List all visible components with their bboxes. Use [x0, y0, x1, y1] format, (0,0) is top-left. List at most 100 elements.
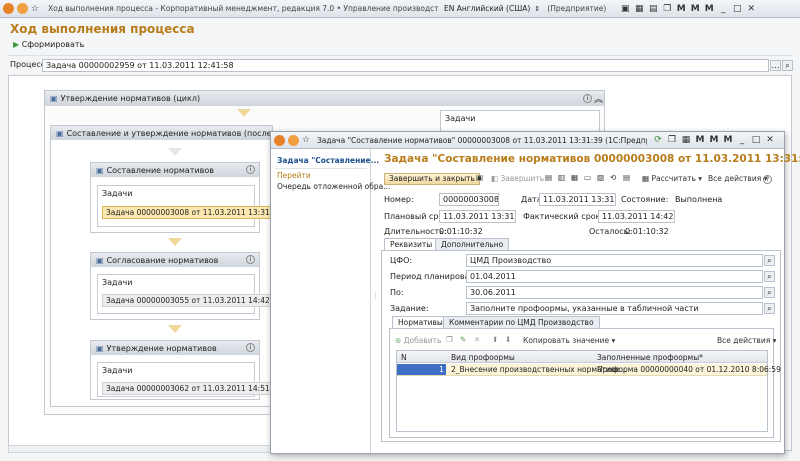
lang-indicator[interactable]: EN Английский (США) — [444, 4, 530, 13]
group-icon: ▣ — [50, 94, 58, 103]
cfo-search-icon[interactable]: ⌕ — [764, 255, 775, 266]
row-filled: Проформа 00000000040 от 01.12.2010 8:06:… — [597, 365, 781, 374]
minimize-icon[interactable]: _ — [716, 2, 730, 16]
form-button[interactable]: ▶ Сформировать — [13, 40, 84, 49]
finish-button[interactable]: ◧ Завершить — [491, 174, 544, 183]
to-label: По: — [390, 288, 404, 297]
cycle-collapse-icon[interactable]: ︽ — [594, 92, 603, 105]
copy-value-menu[interactable]: Копировать значение ▾ — [523, 336, 615, 345]
tab-additional[interactable]: Дополнительно — [435, 238, 510, 250]
step2-task-link[interactable]: Задача 00000003055 от 11.03.2011 14:42:1… — [102, 294, 286, 307]
star-icon[interactable]: ☆ — [299, 133, 313, 147]
menu-icon[interactable] — [17, 3, 28, 14]
tab-requisites[interactable]: Реквизиты — [384, 238, 439, 250]
task-label: Задание: — [390, 304, 429, 313]
app-icon[interactable] — [3, 3, 14, 14]
step3-info-icon[interactable]: i — [246, 343, 255, 352]
minus-icon[interactable]: ▭ — [584, 173, 591, 182]
side-link-queue[interactable]: Очередь отложенной обра... — [277, 182, 390, 191]
mplus-icon[interactable]: M — [707, 133, 721, 147]
main-titlebar: ☆ Ход выполнения процесса - Корпоративны… — [0, 0, 800, 18]
mminus-icon[interactable]: M — [721, 133, 735, 147]
table-row[interactable]: 1 2_Внесение производственных нормативе.… — [397, 364, 781, 376]
save-close-button[interactable]: Завершить и закрыть — [384, 173, 480, 185]
task-field[interactable]: Заполните профоормы, указанные в табличн… — [466, 302, 763, 315]
subtab-comments[interactable]: Комментарии по ЦМД Производство — [443, 316, 600, 328]
maximize-icon[interactable]: □ — [730, 2, 744, 16]
main-window-title: Ход выполнения процесса - Корпоративный … — [48, 4, 438, 13]
close-icon[interactable]: ✕ — [744, 2, 758, 16]
menu-icon[interactable] — [288, 134, 299, 146]
table-icon[interactable]: ▧ — [597, 173, 604, 182]
plan-field[interactable]: 11.03.2011 13:31:39 — [439, 210, 516, 223]
enterprise-label: (Предприятие) — [547, 4, 607, 13]
move-down-icon[interactable]: ⬇ — [505, 335, 511, 344]
number-field[interactable]: 00000003008 — [439, 193, 499, 206]
cycle-info-icon[interactable]: i — [583, 94, 592, 103]
table-all-actions-menu[interactable]: Все действия ▾ — [717, 336, 776, 345]
app-icon[interactable] — [274, 134, 285, 146]
sequence-group-header: ▣ Составление и утверждение нормативов (… — [51, 126, 272, 140]
step3-task-link[interactable]: Задача 00000003062 от 11.03.2011 14:51:2… — [102, 382, 286, 395]
date-field[interactable]: 11.03.2011 13:31:39 — [539, 193, 616, 206]
refresh-icon[interactable]: ⟲ — [610, 173, 616, 182]
add-button[interactable]: ⊕ Добавить — [395, 336, 441, 345]
period-search-icon[interactable]: ⌕ — [764, 271, 775, 282]
doc-arrow-icon[interactable]: ▥ — [558, 173, 565, 182]
delete-icon[interactable]: ✕ — [474, 335, 480, 344]
step3-tasks-label: Задачи — [102, 366, 133, 375]
copy-icon[interactable]: ❐ — [665, 133, 679, 147]
calc-button[interactable]: ▦ Рассчитать ▾ — [642, 174, 702, 183]
save-icon[interactable]: ▣ — [618, 2, 632, 16]
step3-tasks-box: Задачи Задача 00000003062 от 11.03.2011 … — [97, 362, 286, 397]
diagram-hscrollbar[interactable] — [8, 445, 278, 453]
col-header-filled[interactable]: Заполненные профоормы* — [597, 353, 703, 362]
fact-field[interactable]: 11.03.2011 14:42:11 — [598, 210, 675, 223]
edit-icon[interactable]: ✎ — [460, 335, 466, 344]
refresh-icon[interactable]: ⟳ — [651, 133, 665, 147]
step2-info-icon[interactable]: i — [246, 255, 255, 264]
to-field[interactable]: 30.06.2011 — [466, 286, 763, 299]
process-field[interactable]: Задача 00000002959 от 11.03.2011 12:41:5… — [42, 59, 769, 72]
task-dialog: ☆ Задача "Составление нормативов" 000000… — [270, 131, 800, 454]
cfo-field[interactable]: ЦМД Производство — [466, 254, 763, 267]
m-icon[interactable]: M — [693, 133, 707, 147]
copy-row-icon[interactable]: ❐ — [446, 335, 453, 344]
group-icon: ▣ — [56, 128, 64, 138]
doc-icon[interactable]: ▤ — [545, 173, 552, 182]
maximize-icon[interactable]: □ — [749, 133, 763, 147]
copy-icon[interactable]: ❐ — [660, 2, 674, 16]
move-up-icon[interactable]: ⬆ — [492, 335, 498, 344]
doc-check-icon[interactable]: ▦ — [571, 173, 578, 182]
process-search-icon[interactable]: ⌕ — [782, 60, 793, 71]
step1-title: Составление нормативов — [106, 165, 214, 175]
star-icon[interactable]: ☆ — [28, 2, 42, 16]
calc-icon[interactable]: ▦ — [679, 133, 693, 147]
all-actions-menu[interactable]: Все действия ▾ — [708, 174, 767, 183]
splitter[interactable]: ⋮ — [372, 292, 379, 300]
mminus-icon[interactable]: M — [702, 2, 716, 16]
subtab-normatives[interactable]: Нормативы — [392, 316, 449, 328]
dialog-window-title: Задача "Составление нормативов" 00000003… — [317, 135, 647, 145]
step3-title: Утверждение нормативов — [106, 343, 217, 353]
m-icon[interactable]: M — [674, 2, 688, 16]
print-icon[interactable]: ▤ — [646, 2, 660, 16]
close-icon[interactable]: ✕ — [763, 133, 777, 147]
lang-switch-icon[interactable]: ⇕ — [530, 2, 544, 16]
to-search-icon[interactable]: ⌕ — [764, 287, 775, 298]
col-header-n[interactable]: N — [401, 353, 407, 362]
print-icon[interactable]: ▤ — [623, 173, 630, 182]
col-header-kind[interactable]: Вид профоормы — [451, 353, 515, 362]
task-search-icon[interactable]: ⌕ — [764, 303, 775, 314]
step1-info-icon[interactable]: i — [246, 165, 255, 174]
period-field[interactable]: 01.04.2011 — [466, 270, 763, 283]
fact-label: Фактический срок: — [523, 212, 604, 221]
step1-tasks-label: Задачи — [102, 189, 133, 198]
help-icon[interactable]: ? — [763, 175, 772, 184]
minimize-icon[interactable]: _ — [735, 133, 749, 147]
process-dots-icon[interactable]: … — [770, 60, 781, 71]
step1-task-link[interactable]: Задача 00000003008 от 11.03.2011 13:31:3… — [102, 206, 286, 219]
calendar-icon[interactable]: ▦ — [632, 2, 646, 16]
save-icon[interactable]: ▣ — [476, 173, 483, 182]
mplus-icon[interactable]: M — [688, 2, 702, 16]
